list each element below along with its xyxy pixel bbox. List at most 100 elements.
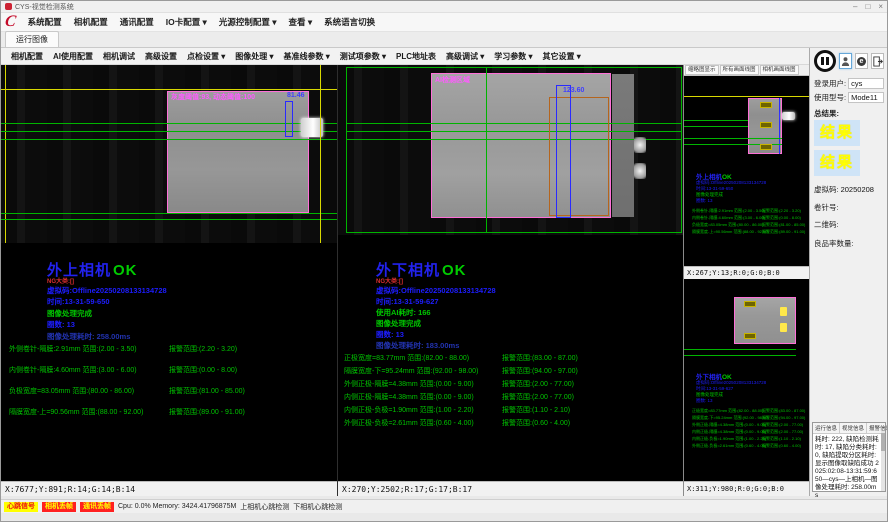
cursor-readout-middle: X:270;Y:2502;R:17;G:17;B:17 xyxy=(338,481,683,496)
tab-camera-views[interactable]: 相机画面线图 xyxy=(760,65,799,75)
measurement-row: 外侧卷针-隔膜:2.91mm 范围:(2.00 - 3.50) xyxy=(692,208,765,214)
menu-comm-config[interactable]: 通讯配置 xyxy=(114,13,160,31)
minimize-button[interactable]: – xyxy=(853,2,857,12)
model-value: Mode11 xyxy=(848,92,884,103)
logout-button[interactable] xyxy=(871,53,884,69)
tool-camera-config[interactable]: 相机配置 xyxy=(7,49,47,64)
done-line: 图像处理完成 xyxy=(376,318,421,329)
tool-learning-params[interactable]: 学习参数 ▾ xyxy=(490,49,536,64)
highlight-blob xyxy=(634,137,646,153)
yield-count-label: 良品率数量: xyxy=(814,238,854,249)
virtual-code-label: 虚拟码: xyxy=(814,184,839,195)
tab-run-image[interactable]: 运行图像 xyxy=(5,31,59,47)
guide-line xyxy=(684,138,782,139)
highlight-blob xyxy=(780,323,787,332)
alarm-range: 报警范围:(89.00 - 91.00) xyxy=(762,229,805,235)
measurement-row: 内侧正极-负极=1.90mm 范围:(1.00 - 2.20) xyxy=(692,436,766,442)
highlight-blob xyxy=(634,163,646,179)
guide-line xyxy=(1,213,337,214)
tool-plc-address[interactable]: PLC地址表 xyxy=(392,49,440,64)
measurement-row: 外侧正极-隔膜=4.38mm 范围:(0.00 - 9.00) xyxy=(692,422,766,428)
guide-line xyxy=(486,67,487,233)
alarm-range: 报警范围:(94.00 - 97.00) xyxy=(502,366,578,376)
measure-value-label: 123.60 xyxy=(563,87,584,94)
cursor-readout-thumb-top: X:267;Y:13;R:0;G:0;B:0 xyxy=(684,266,809,279)
ng-class-line: NG大类:[] xyxy=(47,276,74,285)
elapsed-line: 图像处理耗时: 183.00ms xyxy=(376,340,459,351)
tool-test-params[interactable]: 测试项参数 ▾ xyxy=(336,49,390,64)
loops-line: 圈数: 13 xyxy=(696,398,713,404)
tool-advanced-debug[interactable]: 高级调试 ▾ xyxy=(442,49,488,64)
maximize-button[interactable]: □ xyxy=(865,2,870,12)
guide-line xyxy=(346,131,682,132)
menu-view[interactable]: 查看 ▾ xyxy=(282,13,318,31)
alarm-range: 报警范围:(2.00 - 77.00) xyxy=(502,392,574,402)
measurement-row: 隔膜宽度-下=95.24mm 范围:(92.00 - 98.00) xyxy=(344,366,478,376)
alarm-range: 报警范围:(81.00 - 85.00) xyxy=(169,386,245,396)
measurement-row: 正极宽度=83.77mm 范围:(82.00 - 88.00) xyxy=(692,408,763,414)
guide-line xyxy=(1,89,337,90)
guide-line xyxy=(684,96,809,97)
cursor-readout-thumb-bottom: X:311;Y:980;R:0;G:0;B:0 xyxy=(684,481,809,496)
camera-dropframe-badge: 相机丢帧 xyxy=(42,502,76,512)
toolbar: 相机配置 AI使用配置 相机调试 高级设置 点检设置 ▾ 图像处理 ▾ 基准线参… xyxy=(1,48,809,65)
alarm-range: 报警范围:(89.00 - 91.00) xyxy=(169,407,245,417)
lower-camera-heartbeat: 下相机心跳检测 xyxy=(293,502,342,512)
menu-camera-config[interactable]: 相机配置 xyxy=(68,13,114,31)
product-edge xyxy=(612,74,634,217)
sidebar: e 登录用户: cys 使用型号: Mode11 总结果: xyxy=(809,48,887,496)
upper-camera-thumbnail[interactable]: 外上相机OK 虚拟码:Offline20250208133134728 时间:1… xyxy=(684,76,809,266)
pause-button[interactable] xyxy=(814,50,836,72)
login-user-label: 登录用户: xyxy=(814,78,846,89)
lower-camera-thumbnail[interactable]: 外下相机OK 虚拟码:Offline20250208133134728 时间:1… xyxy=(684,279,809,481)
tool-camera-debug[interactable]: 相机调试 xyxy=(99,49,139,64)
tool-spot-check[interactable]: 点检设置 ▾ xyxy=(183,49,229,64)
menu-light-config[interactable]: 光源控制配置 ▾ xyxy=(213,13,283,31)
guide-line xyxy=(779,98,780,154)
barcode-line: 虚拟码:Offline20250208133134728 xyxy=(47,285,167,296)
mark-chip xyxy=(760,122,772,128)
ng-class-line: NG大类:[] xyxy=(376,276,403,285)
result-box-upper: 结果 xyxy=(814,120,860,146)
close-button[interactable]: × xyxy=(878,2,883,12)
loops-line: 圈数: 13 xyxy=(696,198,713,204)
info-button[interactable]: e xyxy=(855,53,868,69)
elapsed-line: 图像处理耗时: 258.00ms xyxy=(47,331,130,342)
mark-chip xyxy=(744,333,756,339)
measurement-row: 内侧正极-隔膜=4.38mm 范围:(0.00 - 9.00) xyxy=(692,429,766,435)
measurement-row: 隔膜宽度-上=90.56mm 范围:(88.00 - 92.00) xyxy=(9,407,143,417)
connector-tab xyxy=(782,112,795,120)
preview-column: 缩略图显示 所有画面线图 相机画面线图 xyxy=(684,65,809,496)
user-button[interactable] xyxy=(839,53,852,69)
alarm-range: 报警范围:(0.60 - 4.00) xyxy=(762,443,801,449)
menu-io-config[interactable]: IO卡配置 ▾ xyxy=(160,13,213,31)
menu-language-switch[interactable]: 系统语言切换 xyxy=(318,13,381,31)
upper-camera-viewport[interactable]: 灰度阈值:93, 动态阈值:100 81.46 外上相机OK NG大类:[] 虚… xyxy=(1,65,337,481)
tool-advanced-settings[interactable]: 高级设置 xyxy=(141,49,181,64)
mark-chip xyxy=(760,102,772,108)
measurement-row: 隔膜宽度-下=95.24mm 范围:(92.00 - 98.00) xyxy=(692,415,769,421)
comm-dropframe-badge: 通讯丢帧 xyxy=(80,502,114,512)
total-result-label: 总结果: xyxy=(814,108,839,119)
ai-area-label: AI检测区域 xyxy=(435,75,470,85)
brand-logo-icon: C xyxy=(4,14,17,30)
upper-camera-heartbeat: 上相机心跳检测 xyxy=(240,502,289,512)
tab-vision-info[interactable]: 视觉信息 xyxy=(840,423,867,433)
tab-thumbnail-view[interactable]: 缩略图显示 xyxy=(685,65,719,75)
app-window: CYS-视觉检测系统 – □ × C 系统配置 相机配置 通讯配置 IO卡配置 … xyxy=(0,0,888,522)
tool-baseline-params[interactable]: 基准线参数 ▾ xyxy=(280,49,334,64)
measurement-row: 隔膜宽度-上=90.56mm 范围:(88.00 - 92.00) xyxy=(692,229,769,235)
tool-other-settings[interactable]: 其它设置 ▾ xyxy=(539,49,585,64)
statusbar: 心跳信号 相机丢帧 通讯丢帧 Cpu: 0.0% Memory: 3424.41… xyxy=(1,499,887,513)
done-line: 图像处理完成 xyxy=(47,308,92,319)
tool-ai-use-config[interactable]: AI使用配置 xyxy=(49,49,97,64)
info-scrollbar[interactable] xyxy=(881,431,885,491)
tab-run-info[interactable]: 运行信息 xyxy=(813,423,840,433)
tool-image-processing[interactable]: 图像处理 ▾ xyxy=(231,49,277,64)
lower-camera-viewport[interactable]: AI检测区域 123.60 外下相机OK NG大类:[] 虚拟码:Offline… xyxy=(338,65,683,481)
guide-line xyxy=(5,65,6,243)
tab-all-views[interactable]: 所有画面线图 xyxy=(720,65,759,75)
virtual-code-value: 20250208 xyxy=(841,185,874,194)
menu-system-config[interactable]: 系统配置 xyxy=(22,13,68,31)
alarm-range: 报警范围:(2.00 - 77.00) xyxy=(502,379,574,389)
